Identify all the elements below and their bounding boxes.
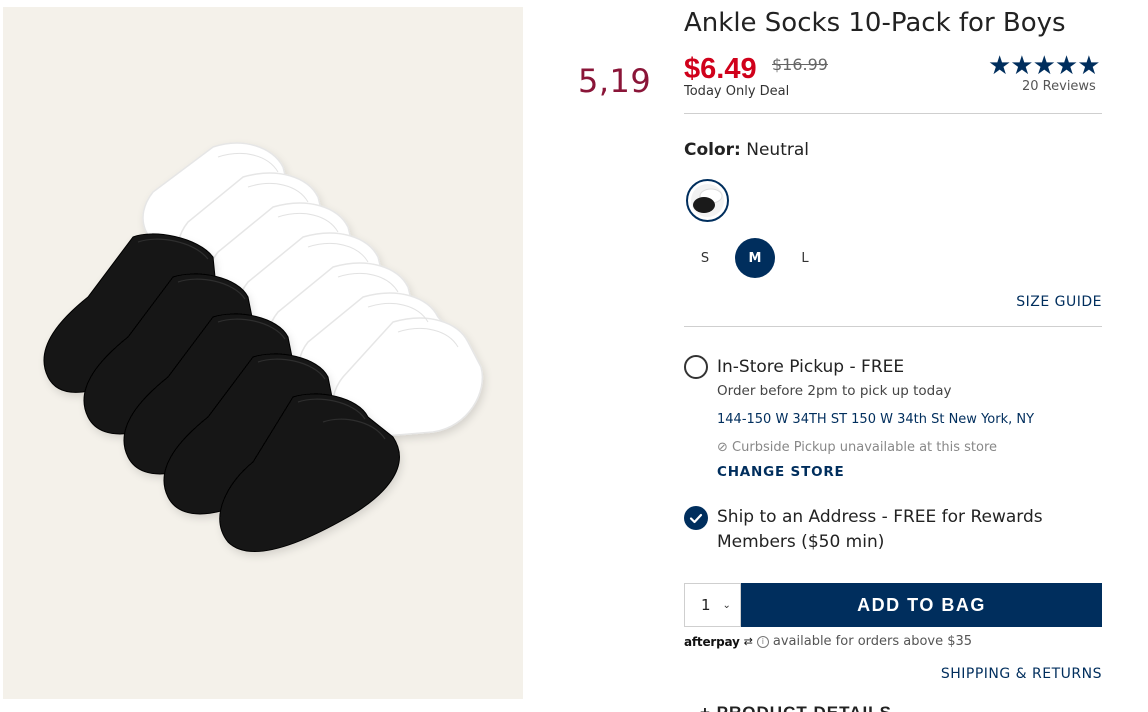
- shipping-returns-link[interactable]: SHIPPING & RETURNS: [941, 666, 1102, 682]
- color-label-key: Color:: [684, 140, 741, 160]
- swatch-socks-icon: [691, 184, 724, 217]
- color-swatch-neutral[interactable]: [686, 179, 729, 222]
- add-to-bag-button[interactable]: ADD TO BAG: [741, 583, 1102, 627]
- unavailable-icon: ⊘: [717, 440, 728, 455]
- quantity-select[interactable]: 1 ⌄: [684, 583, 741, 627]
- ship-checkbox[interactable]: [684, 506, 708, 530]
- curbside-text: Curbside Pickup unavailable at this stor…: [732, 440, 998, 455]
- divider: [684, 326, 1102, 327]
- socks-illustration: [43, 142, 483, 552]
- product-details-label: PRODUCT DETAILS: [717, 703, 892, 712]
- info-icon[interactable]: i: [756, 635, 769, 648]
- converted-price: 5,19: [578, 62, 652, 100]
- curbside-note: ⊘ Curbside Pickup unavailable at this st…: [717, 440, 997, 455]
- product-title: Ankle Socks 10-Pack for Boys: [684, 8, 1066, 38]
- afterpay-arrows-icon: ⇄: [743, 635, 753, 648]
- size-option-m[interactable]: M: [735, 238, 775, 278]
- product-image[interactable]: [3, 7, 523, 699]
- store-address: 144-150 W 34TH ST 150 W 34th St New York…: [717, 412, 1035, 427]
- swatch-thumbnail: [691, 184, 724, 217]
- original-price: $16.99: [772, 55, 828, 74]
- change-store-link[interactable]: CHANGE STORE: [717, 464, 845, 480]
- rating-stars-icon[interactable]: ★★★★★: [988, 50, 1101, 81]
- size-option-s[interactable]: S: [685, 238, 725, 278]
- ship-title[interactable]: Ship to an Address - FREE for Rewards Me…: [717, 505, 1043, 555]
- product-details-toggle[interactable]: + PRODUCT DETAILS: [700, 703, 892, 712]
- afterpay-info: afterpay ⇄ i available for orders above …: [684, 634, 972, 649]
- plus-icon: +: [700, 703, 711, 712]
- chevron-down-icon: ⌄: [722, 599, 731, 611]
- divider: [684, 113, 1102, 114]
- quantity-value: 1: [701, 596, 711, 614]
- ship-title-line1: Ship to an Address - FREE for Rewards: [717, 507, 1043, 527]
- afterpay-logo: afterpay: [684, 634, 740, 649]
- size-guide-link[interactable]: SIZE GUIDE: [1016, 294, 1102, 310]
- deal-label: Today Only Deal: [684, 84, 790, 99]
- color-label: Color: Neutral: [684, 140, 809, 160]
- pickup-title[interactable]: In-Store Pickup - FREE: [717, 355, 904, 380]
- pickup-radio[interactable]: [684, 355, 708, 379]
- sale-price: $6.49: [684, 53, 757, 85]
- reviews-link[interactable]: 20 Reviews: [1022, 79, 1096, 94]
- size-option-l[interactable]: L: [785, 238, 825, 278]
- color-value: Neutral: [746, 140, 809, 160]
- pickup-note: Order before 2pm to pick up today: [717, 383, 952, 399]
- ship-title-line2: Members ($50 min): [717, 532, 885, 552]
- checkmark-icon: [689, 513, 703, 524]
- afterpay-text: available for orders above $35: [772, 634, 973, 649]
